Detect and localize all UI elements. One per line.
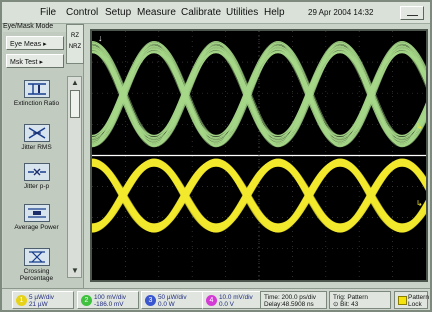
scroll-thumb[interactable] — [70, 90, 80, 118]
channel-4-line2: 0.0 V — [219, 301, 234, 308]
nrz-label: NRZ — [69, 44, 81, 50]
menu-bar: File Control Setup Measure Calibrate Uti… — [2, 2, 430, 24]
channel-3-badge: 3 — [145, 295, 156, 306]
menu-help[interactable]: Help — [264, 7, 285, 18]
eye-meas-label: Eye Meas — [10, 41, 41, 48]
trigger-bit: Bit: 43 — [340, 301, 358, 308]
marker-arrow: ↓ — [98, 33, 103, 43]
average-power-label: Average Power — [9, 224, 64, 231]
channel-1-badge: 1 — [16, 295, 27, 306]
channel-4-button[interactable]: 4 10.0 mV/div 0.0 V — [202, 291, 264, 309]
rz-label: RZ — [71, 33, 79, 39]
channel-2-badge: 2 — [81, 295, 92, 306]
tool-jitter-pp[interactable]: Jitter p-p — [9, 163, 64, 190]
pattern-lock-button[interactable]: Pattern Lock — [394, 291, 428, 309]
mask-test-button[interactable]: Msk Test ▸ — [6, 54, 64, 68]
eye-meas-button[interactable]: Eye Meas ▸ — [6, 36, 64, 50]
rz-nrz-toggle[interactable]: RZ NRZ — [66, 24, 84, 64]
eye-diagram-plot: ↓ ↳ ↳ — [92, 31, 426, 280]
extinction-ratio-label: Extinction Ratio — [9, 100, 64, 107]
crossing-percentage-icon — [24, 248, 50, 266]
channel-1-scale: 5 µW/div 21 µW — [29, 294, 54, 308]
channel-2-line1: 100 mV/div — [94, 294, 126, 301]
channel-2-button[interactable]: 2 100 mV/div -186.0 mV — [77, 291, 139, 309]
trigger-source: Trig: Pattern — [333, 294, 368, 301]
channel-3-button[interactable]: 3 50 µW/div 0.0 W — [141, 291, 203, 309]
channel-4-badge: 4 — [206, 295, 217, 306]
time-delay: Delay:48.5908 ns — [264, 301, 314, 308]
extinction-ratio-icon — [24, 80, 50, 98]
tool-crossing-percentage[interactable]: Crossing Percentage — [9, 248, 64, 282]
channel-1-line2: 21 µW — [29, 301, 48, 308]
channel-3-line1: 50 µW/div — [158, 294, 187, 301]
channel-3-line2: 0.0 W — [158, 301, 175, 308]
status-bar: 1 5 µW/div 21 µW 2 100 mV/div -186.0 mV 3 … — [2, 288, 430, 310]
waveform-display[interactable]: ↓ ↳ ↳ — [90, 29, 428, 282]
channel-2-scale: 100 mV/div -186.0 mV — [94, 294, 126, 308]
scroll-down-icon[interactable]: ▼ — [69, 266, 81, 276]
channel-1-line1: 5 µW/div — [29, 294, 54, 301]
pattern-lock-icon — [398, 296, 407, 305]
channel-3-scale: 50 µW/div 0.0 W — [158, 294, 187, 308]
menu-measure[interactable]: Measure — [137, 7, 176, 18]
menu-control[interactable]: Control — [66, 7, 98, 18]
channel-marker: ↳ — [416, 122, 423, 131]
jitter-pp-icon — [24, 163, 50, 181]
minimize-button[interactable] — [400, 6, 424, 20]
crossing-percentage-label: Crossing Percentage — [9, 268, 64, 282]
channel-1-button[interactable]: 1 5 µW/div 21 µW — [12, 291, 74, 309]
trigger-button[interactable]: Trig: Pattern ⊙ Bit: 43 — [329, 291, 391, 309]
scroll-up-icon[interactable]: ▲ — [69, 78, 81, 88]
channel-4-line1: 10.0 mV/div — [219, 294, 253, 301]
mask-test-label: Msk Test — [10, 59, 38, 66]
timebase-button[interactable]: Time: 200.0 ps/div Delay:48.5908 ns — [260, 291, 327, 309]
date-time: 29 Apr 2004 14:32 — [308, 8, 373, 17]
menu-utilities[interactable]: Utilities — [226, 7, 258, 18]
tool-extinction-ratio[interactable]: Extinction Ratio — [9, 80, 64, 107]
menu-setup[interactable]: Setup — [105, 7, 131, 18]
time-scale: Time: 200.0 ps/div — [264, 294, 316, 301]
channel-4-scale: 10.0 mV/div 0.0 V — [219, 294, 253, 308]
channel-marker: ↳ — [416, 199, 423, 208]
pattern-lock-label: Pattern Lock — [408, 294, 429, 308]
channel-2-line2: -186.0 mV — [94, 301, 123, 308]
tool-average-power[interactable]: Average Power — [9, 204, 64, 231]
jitter-rms-label: Jitter RMS — [9, 144, 64, 151]
menu-file[interactable]: File — [40, 7, 56, 18]
menu-calibrate[interactable]: Calibrate — [181, 7, 221, 18]
average-power-icon — [24, 204, 50, 222]
tool-jitter-rms[interactable]: Jitter RMS — [9, 124, 64, 151]
panel-scrollbar[interactable]: ▲ ▼ — [67, 76, 82, 278]
jitter-pp-label: Jitter p-p — [9, 183, 64, 190]
left-panel: Eye Meas ▸ Msk Test ▸ RZ NRZ Extinction R… — [3, 32, 84, 288]
jitter-rms-icon — [24, 124, 50, 142]
